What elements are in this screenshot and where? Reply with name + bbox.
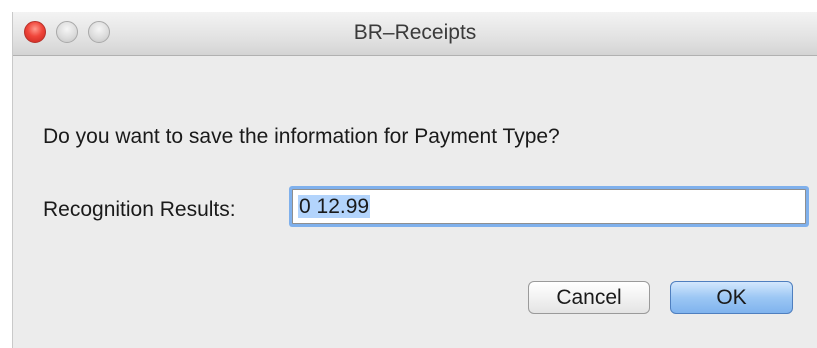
cancel-button[interactable]: Cancel	[528, 281, 650, 314]
recognition-results-input[interactable]: 0 12.99	[292, 189, 806, 224]
ok-button[interactable]: OK	[670, 281, 793, 314]
dialog-prompt: Do you want to save the information for …	[43, 125, 560, 148]
window-title: BR–Receipts	[353, 21, 477, 44]
recognition-results-label: Recognition Results:	[43, 198, 236, 221]
recognition-results-value: 0 12.99	[298, 195, 371, 218]
title-bar[interactable]: BR–Receipts	[13, 12, 817, 56]
dialog-window: BR–Receipts Do you want to save the info…	[12, 12, 817, 348]
